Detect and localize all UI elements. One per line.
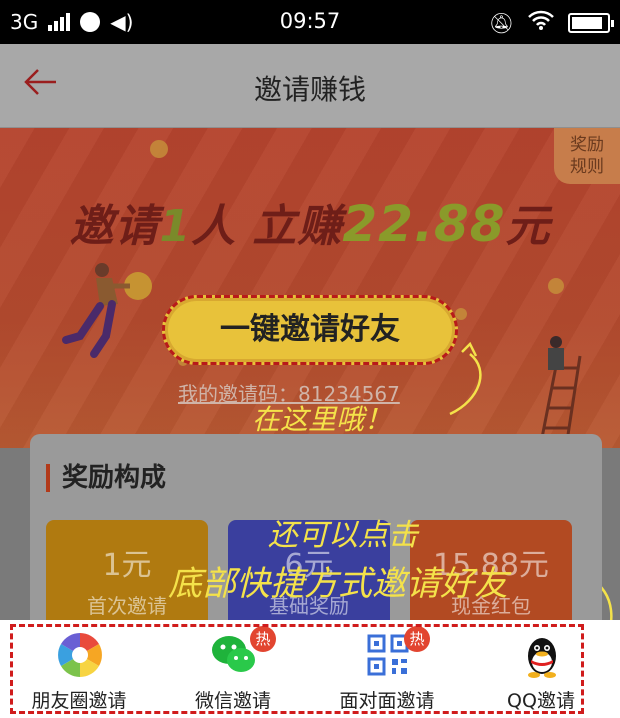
hot-badge: 热 [250, 626, 276, 652]
status-bar: 3G ◀) 09:57 🔕︎ [0, 0, 620, 44]
page-title: 邀请赚钱 [253, 73, 366, 106]
share-face-to-face-button[interactable]: 热 面对面邀请 [312, 626, 462, 714]
nav-bar: 邀请赚钱 [0, 44, 620, 128]
reward-section-title: 奖励构成 [46, 464, 166, 492]
wifi-icon [528, 10, 554, 35]
annotation-here: 在这里哦！ [252, 403, 393, 436]
rules-tab[interactable]: 奖励 规则 [554, 128, 620, 184]
annotation-arrow-icon [449, 341, 482, 416]
share-wechat-button[interactable]: 热 微信邀请 [158, 626, 308, 714]
one-click-invite-button[interactable]: 一键邀请好友 [162, 295, 458, 365]
share-qq-button[interactable]: QQ邀请 [466, 628, 616, 714]
headline: 邀请1人 立赚22.88元 [69, 195, 551, 253]
hot-badge: 热 [404, 626, 430, 652]
annotation-bottom-shortcuts: 底部快捷方式邀请好友 [168, 564, 508, 604]
ladder-illustration [538, 336, 582, 448]
person-illustration [62, 263, 152, 358]
moments-icon [58, 633, 102, 677]
share-moments-button[interactable]: 朋友圈邀请 [4, 628, 154, 714]
battery-icon [568, 12, 614, 33]
qq-icon [528, 638, 556, 678]
annotation-also-click: 还可以点击 [268, 518, 418, 553]
mute-icon: 🔕︎ [488, 10, 514, 35]
